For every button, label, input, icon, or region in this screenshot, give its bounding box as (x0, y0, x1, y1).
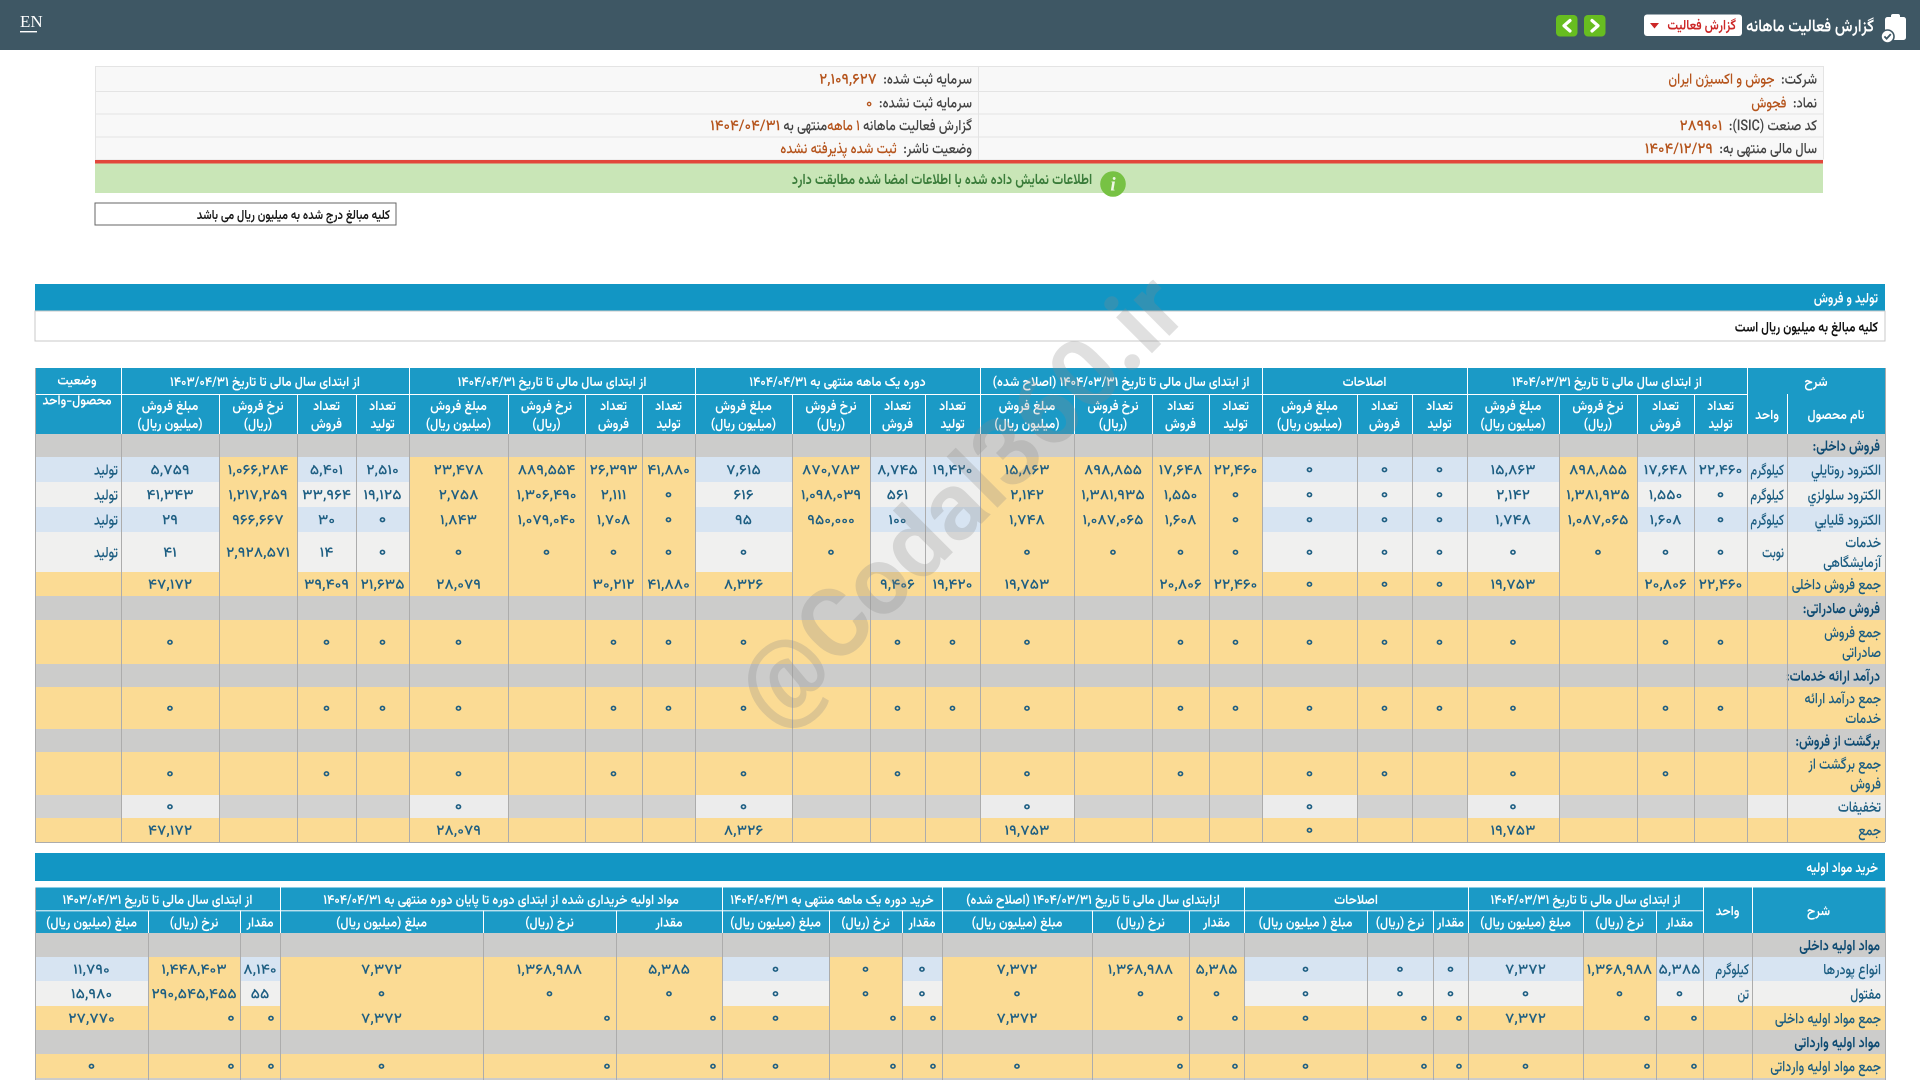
svg-text:i: i (1110, 175, 1116, 196)
svg-text:EN: EN (20, 12, 43, 31)
